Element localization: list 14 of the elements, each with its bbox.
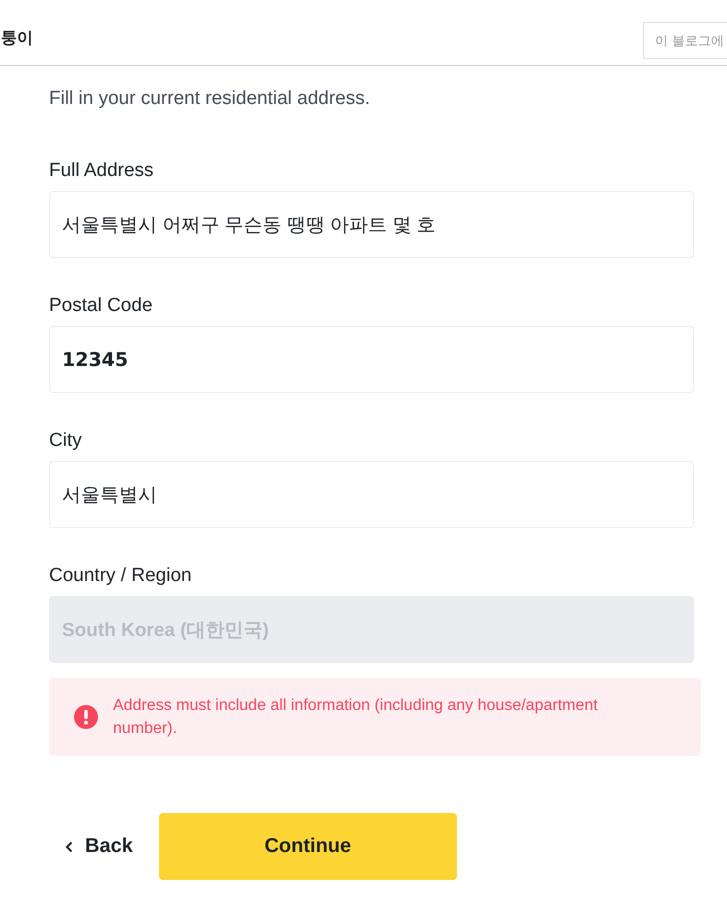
- input-field[interactable]: 서울특별시 어쩌구 무슨동 땡땡 아파트 몇 호: [49, 191, 694, 258]
- field-label: Postal Code: [49, 294, 153, 318]
- back-button[interactable]: Back: [49, 813, 149, 880]
- input-field[interactable]: 12345: [49, 326, 694, 393]
- field-label: Country / Region: [49, 564, 192, 588]
- blog-title: 퉁이: [1, 28, 33, 49]
- continue-button[interactable]: Continue: [158, 813, 457, 880]
- field-label: City: [49, 429, 82, 453]
- field-label: Full Address: [49, 159, 154, 183]
- error-message: Address must include all information (including any house/apartment number).: [113, 696, 599, 739]
- chevron-left-icon: [65, 840, 73, 852]
- intro-text: Fill in your current residential address.: [49, 87, 372, 111]
- error-icon: [74, 705, 98, 729]
- input-field[interactable]: 서울특별시: [49, 461, 694, 528]
